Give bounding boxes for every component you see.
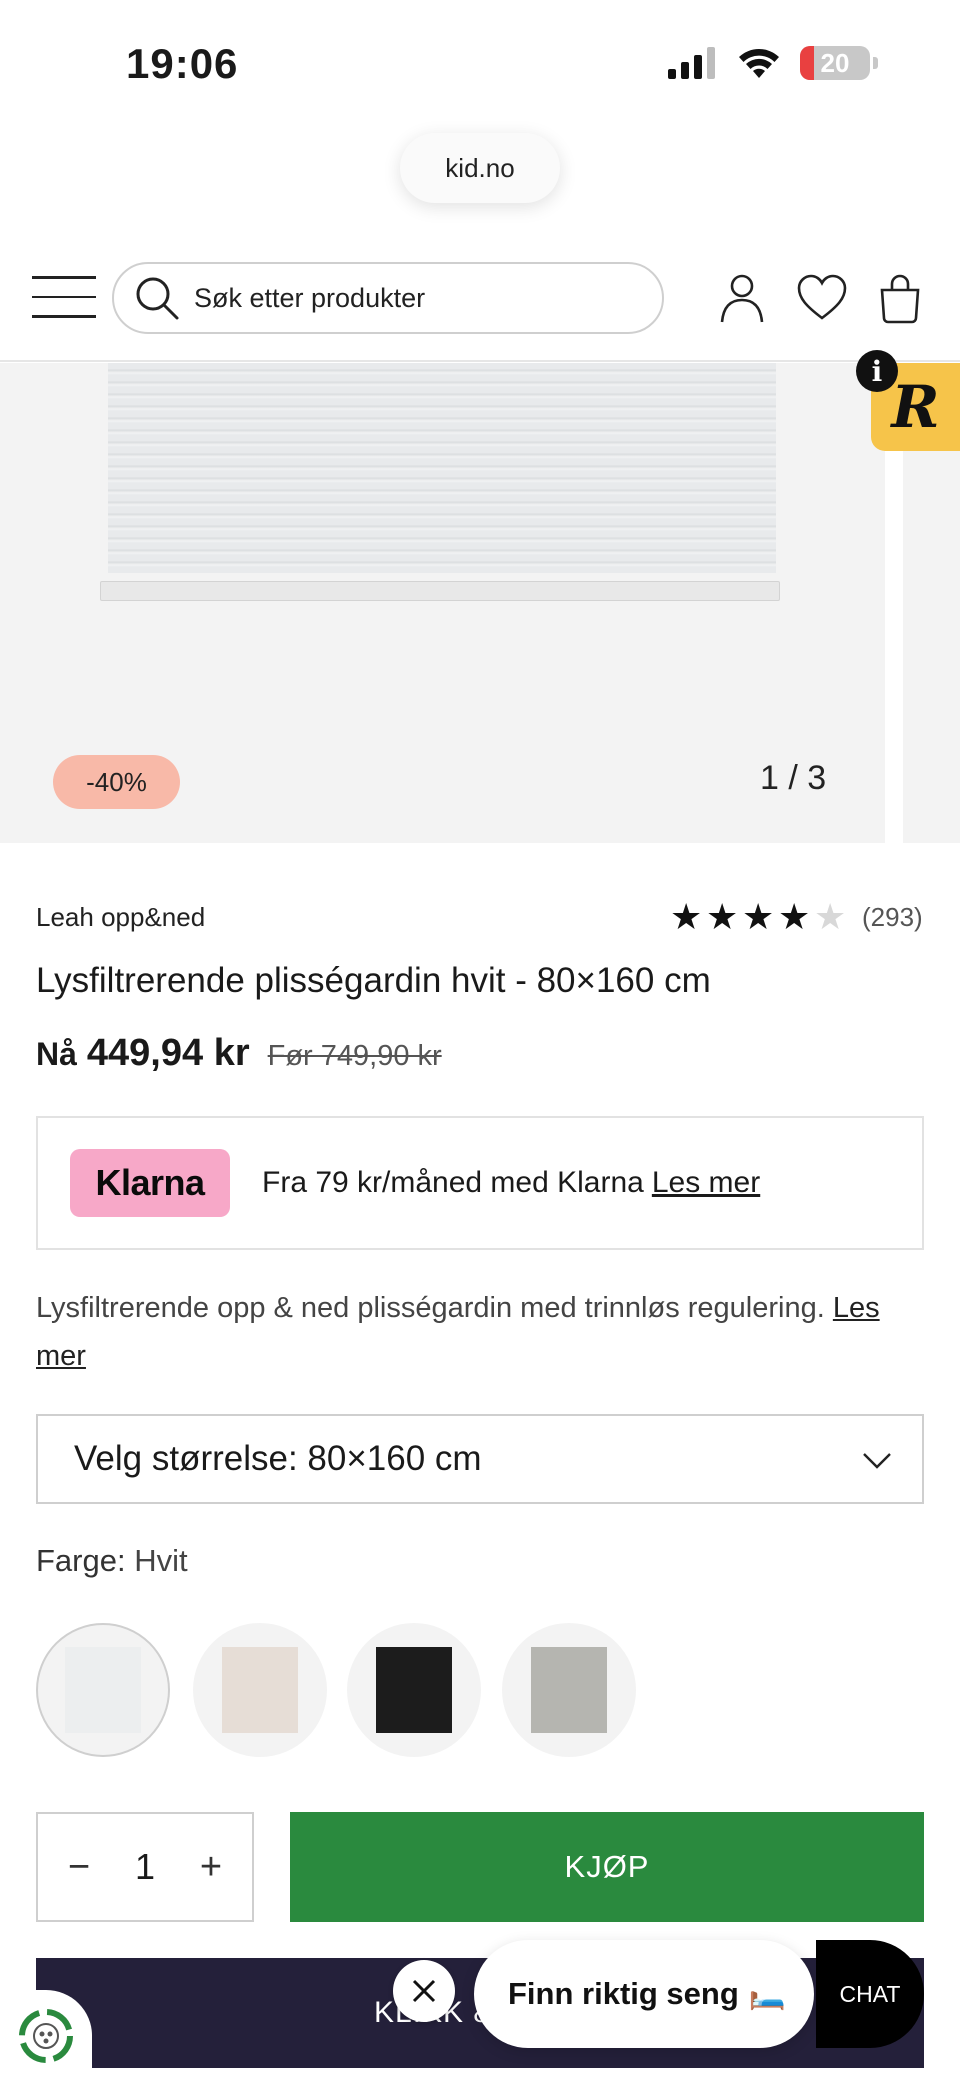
close-helper-button[interactable]	[393, 1960, 455, 2022]
color-swatch-svart[interactable]	[347, 1623, 481, 1757]
site-header: Søk etter produkter	[0, 252, 960, 362]
size-select[interactable]: Velg størrelse: 80×160 cm	[36, 1414, 924, 1504]
quantity-increase-button[interactable]: +	[196, 1846, 226, 1889]
status-bar: 19:06 20	[0, 0, 960, 120]
product-image	[108, 363, 776, 573]
product-image-rail	[100, 581, 780, 601]
star-empty-icon: ★	[814, 896, 847, 937]
battery-icon: 20	[800, 46, 870, 80]
recycle-badge[interactable]	[0, 1990, 92, 2081]
recycle-icon	[19, 2008, 73, 2063]
swatch-image	[222, 1647, 298, 1733]
size-select-value: Velg størrelse: 80×160 cm	[74, 1439, 482, 1478]
star-icon: ★	[778, 896, 811, 937]
price-before: Før 749,90 kr	[267, 1040, 442, 1072]
description-text: Lysfiltrerende opp & ned plisségardin me…	[36, 1292, 825, 1324]
bed-finder-button[interactable]: Finn riktig seng 🛏️	[474, 1940, 814, 2048]
star-icon: ★	[742, 896, 775, 937]
chevron-down-icon	[863, 1453, 891, 1469]
star-icon: ★	[670, 896, 703, 937]
quantity-stepper: − 1 +	[36, 1812, 254, 1922]
klarna-banner: Klarna Fra 79 kr/måned med Klarna Les mer	[36, 1116, 924, 1250]
swatch-image	[376, 1647, 452, 1733]
info-icon[interactable]: i	[856, 350, 898, 392]
heart-icon[interactable]	[796, 272, 848, 324]
price-row: Nå 449,94 kr Før 749,90 kr	[36, 1032, 442, 1075]
buy-button[interactable]: KJØP	[290, 1812, 924, 1922]
product-brand[interactable]: Leah opp&ned	[36, 902, 205, 933]
image-counter: 1 / 3	[760, 759, 827, 797]
price-now-label: Nå	[36, 1036, 77, 1072]
star-icon: ★	[706, 896, 739, 937]
status-time: 19:06	[126, 40, 239, 87]
search-input[interactable]: Søk etter produkter	[112, 262, 664, 334]
bag-icon[interactable]	[878, 272, 922, 324]
color-value: Hvit	[134, 1543, 188, 1578]
color-swatch-gra[interactable]	[502, 1623, 636, 1757]
price-now: 449,94 kr	[86, 1032, 250, 1074]
status-icons: 20	[668, 46, 878, 80]
product-image-gallery[interactable]: -40% 1 / 3	[0, 363, 960, 843]
quantity-value[interactable]: 1	[135, 1846, 155, 1888]
klarna-logo: Klarna	[70, 1149, 230, 1217]
rating-count: (293)	[862, 901, 923, 932]
swatch-image	[65, 1647, 141, 1733]
rating[interactable]: ★ ★ ★ ★ ★ (293)	[670, 897, 923, 937]
product-description: Lysfiltrerende opp & ned plisségardin me…	[36, 1284, 916, 1380]
discount-badge: -40%	[53, 755, 180, 809]
account-icon[interactable]	[718, 272, 766, 324]
battery-level: 20	[820, 47, 850, 78]
cellular-signal-icon	[668, 47, 715, 79]
chat-button[interactable]: CHAT	[816, 1940, 924, 2048]
color-swatch-beige[interactable]	[193, 1623, 327, 1757]
swatch-image	[531, 1647, 607, 1733]
menu-icon[interactable]	[32, 276, 96, 322]
battery-tip	[873, 57, 878, 69]
bed-icon: 🛏️	[748, 1977, 787, 2011]
product-title: Lysfiltrerende plisségardin hvit - 80×16…	[36, 961, 711, 1000]
url-bar[interactable]: kid.no	[400, 133, 560, 203]
klarna-read-more-link[interactable]: Les mer	[652, 1166, 760, 1199]
color-swatch-hvit[interactable]	[36, 1623, 170, 1757]
color-label: Farge: Hvit	[36, 1543, 188, 1579]
search-icon	[136, 277, 179, 320]
close-icon	[412, 1979, 436, 2003]
bed-finder-label: Finn riktig seng	[508, 1976, 739, 2011]
klarna-message: Fra 79 kr/måned med Klarna	[262, 1166, 644, 1199]
color-label-title: Farge:	[36, 1543, 126, 1578]
quantity-decrease-button[interactable]: −	[64, 1846, 94, 1889]
klarna-text: Fra 79 kr/måned med Klarna Les mer	[262, 1166, 760, 1200]
search-placeholder: Søk etter produkter	[194, 282, 426, 313]
wifi-icon	[739, 49, 779, 78]
